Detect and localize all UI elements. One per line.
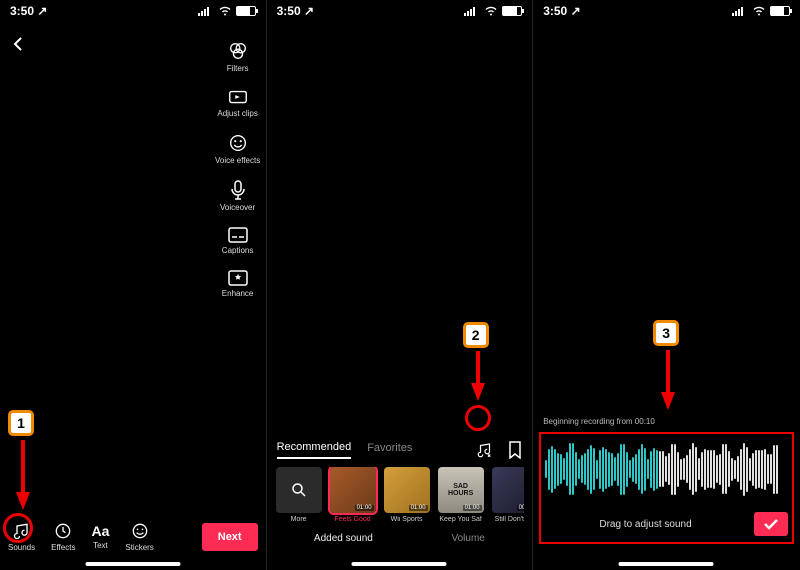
screen-sounds: 3:50 ↗ Recommended Favorites More [267, 0, 534, 570]
step-badge-2: 2 [463, 322, 489, 348]
signal-icon [198, 6, 214, 16]
subtab-volume[interactable]: Volume [452, 533, 485, 544]
highlight-box-3: Drag to adjust sound [539, 432, 794, 544]
adjust-clips-label: Adjust clips [217, 110, 257, 118]
filters-button[interactable]: Filters [227, 40, 249, 73]
wifi-icon [218, 6, 232, 16]
sound-panel: Recommended Favorites More 01:00 Feels G… [267, 435, 533, 552]
wifi-icon [752, 6, 766, 16]
drag-instruction: Drag to adjust sound [545, 519, 746, 530]
battery-icon [770, 6, 790, 16]
status-time: 3:50 [543, 4, 567, 18]
step-badge-1: 1 [8, 410, 34, 436]
status-bar: 3:50 ↗ [267, 4, 533, 18]
highlight-circle-1 [3, 513, 33, 543]
home-indicator [85, 562, 180, 566]
sound-list: More 01:00 Feels Good 01:00 Wii Sports S… [275, 467, 525, 523]
home-indicator [619, 562, 714, 566]
sound-more-label: More [275, 516, 323, 523]
signal-icon [464, 6, 480, 16]
sound-thumb: 00:30 [492, 467, 525, 513]
effects-label: Effects [51, 543, 75, 552]
text-button[interactable]: Aa Text [91, 523, 109, 550]
recording-start-label: Beginning recording from 00:10 [543, 417, 794, 426]
smile-icon [130, 521, 150, 541]
confirm-button[interactable] [754, 512, 788, 536]
wifi-icon [484, 6, 498, 16]
captions-icon [227, 226, 249, 244]
stickers-button[interactable]: Stickers [125, 521, 153, 552]
voice-effects-icon [227, 132, 249, 154]
bookmark-button[interactable] [508, 441, 522, 459]
sound-more[interactable]: More [275, 467, 323, 523]
adjust-clips-icon [227, 87, 249, 107]
screen-edit: 3:50 ↗ Filters Adjust clips Voice effect… [0, 0, 267, 570]
sound-feels-good-label: Feels Good [329, 516, 377, 523]
step-badge-3: 3 [653, 320, 679, 346]
screen-adjust-sound: 3:50 ↗ Beginning recording from 00:10 Dr… [533, 0, 800, 570]
bottom-toolbar: Sounds Effects Aa Text Stickers Next [0, 521, 266, 552]
home-indicator [352, 562, 447, 566]
location-icon: ↗ [37, 4, 47, 18]
stickers-label: Stickers [125, 543, 153, 552]
sound-wii-sports-label: Wii Sports [383, 516, 431, 523]
status-bar: 3:50 ↗ [533, 4, 800, 18]
captions-label: Captions [222, 247, 254, 255]
back-button[interactable] [10, 36, 26, 52]
arrow-1-icon [15, 440, 31, 510]
tab-favorites[interactable]: Favorites [367, 442, 412, 458]
arrow-2-icon [470, 351, 486, 401]
battery-icon [236, 6, 256, 16]
filters-label: Filters [227, 65, 249, 73]
voiceover-label: Voiceover [220, 204, 255, 212]
status-bar: 3:50 ↗ [0, 4, 266, 18]
voice-effects-label: Voice effects [215, 157, 260, 165]
right-toolbar: Filters Adjust clips Voice effects Voice… [214, 40, 262, 298]
search-icon [276, 467, 322, 513]
text-label: Text [93, 541, 108, 550]
mic-icon [228, 179, 248, 201]
waveform[interactable] [545, 440, 788, 498]
arrow-3-icon [660, 350, 676, 410]
sound-thumb: SADHOURS01:00 [438, 467, 484, 513]
next-button[interactable]: Next [202, 523, 258, 551]
sound-still-dont-know-label: Still Don't Kn [491, 516, 525, 523]
enhance-icon [227, 269, 249, 287]
effects-button[interactable]: Effects [51, 521, 75, 552]
battery-icon [502, 6, 522, 16]
clock-icon [53, 521, 73, 541]
adjust-clips-button[interactable]: Adjust clips [217, 87, 257, 118]
status-time: 3:50 [10, 4, 34, 18]
location-icon: ↗ [571, 4, 581, 18]
sound-thumb: 01:00 [384, 467, 430, 513]
sound-wii-sports[interactable]: 01:00 Wii Sports [383, 467, 431, 523]
signal-icon [732, 6, 748, 16]
sound-thumb: 01:00 [330, 467, 376, 513]
trim-sound-button[interactable] [476, 441, 494, 459]
location-icon: ↗ [304, 4, 314, 18]
sounds-label: Sounds [8, 543, 35, 552]
enhance-button[interactable]: Enhance [222, 269, 254, 298]
filters-icon [227, 40, 249, 62]
sound-subtabs: Added sound Volume [275, 533, 525, 544]
sound-tabs: Recommended Favorites [275, 435, 525, 467]
subtab-added-sound[interactable]: Added sound [314, 533, 373, 544]
sound-keep-you-safe[interactable]: SADHOURS01:00 Keep You Saf [437, 467, 485, 523]
voice-effects-button[interactable]: Voice effects [215, 132, 260, 165]
sound-feels-good[interactable]: 01:00 Feels Good [329, 467, 377, 523]
sound-still-dont-know[interactable]: 00:30 Still Don't Kn [491, 467, 525, 523]
voiceover-button[interactable]: Voiceover [220, 179, 255, 212]
sound-keep-you-safe-label: Keep You Saf [437, 516, 485, 523]
captions-button[interactable]: Captions [222, 226, 254, 255]
highlight-circle-2 [465, 405, 491, 431]
text-icon: Aa [91, 523, 109, 539]
tab-recommended[interactable]: Recommended [277, 441, 352, 459]
status-time: 3:50 [277, 4, 301, 18]
adjust-sound-panel: Beginning recording from 00:10 Drag to a… [533, 417, 800, 552]
enhance-label: Enhance [222, 290, 254, 298]
